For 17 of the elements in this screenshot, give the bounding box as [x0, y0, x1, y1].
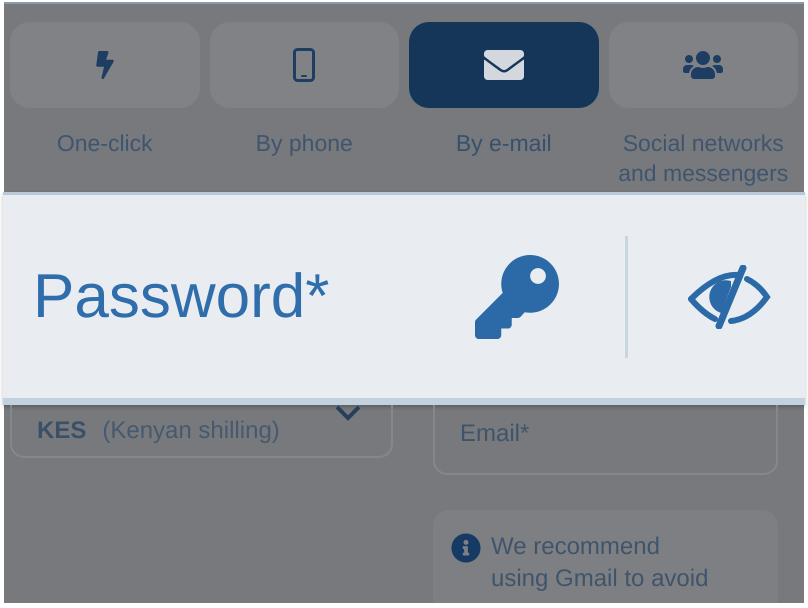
login-method-tile[interactable]: [409, 22, 598, 108]
login-method-tile[interactable]: [608, 22, 798, 108]
info-icon: [451, 533, 481, 563]
key-icon: [475, 254, 559, 338]
method-label: By phone: [254, 129, 354, 158]
password-field[interactable]: Password*: [33, 256, 433, 336]
method-label: Social networks and messengers: [617, 129, 790, 188]
smartphone-icon: [293, 48, 316, 82]
method-label: By e-mail: [454, 129, 553, 158]
eye-slash-icon: [687, 264, 771, 328]
login-method-tile[interactable]: [10, 22, 200, 108]
email-field[interactable]: Email*: [433, 405, 778, 475]
notice-text: We recommend using Gmail to avoid: [491, 532, 710, 594]
method-label: One-click: [56, 129, 154, 158]
login-method-tile[interactable]: [210, 22, 399, 108]
show-password-button[interactable]: [687, 264, 771, 328]
chevron-down-icon: [335, 405, 361, 421]
